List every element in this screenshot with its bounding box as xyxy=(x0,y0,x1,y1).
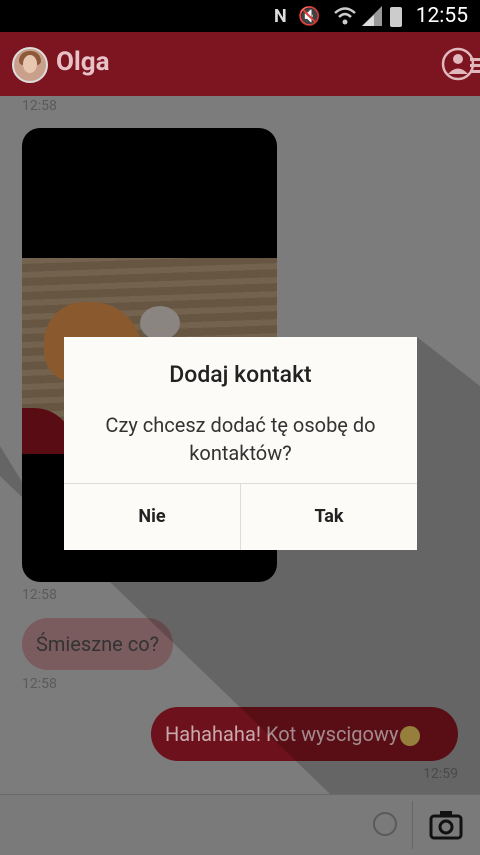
mute-icon: 🔇 xyxy=(298,6,321,27)
outgoing-message-text: Hahahaha! Kot wyscigowy xyxy=(165,722,399,746)
camera-icon[interactable] xyxy=(428,807,464,843)
dialog-title: Dodaj kontakt xyxy=(169,361,312,388)
avatar[interactable] xyxy=(12,47,48,83)
timestamp: 12:58 xyxy=(22,676,57,692)
contact-profile-icon[interactable] xyxy=(440,46,480,82)
status-bar: N 🔇 12:55 xyxy=(0,0,480,32)
incoming-message[interactable]: Śmieszne co? xyxy=(22,618,174,670)
no-button[interactable]: Nie xyxy=(64,484,240,550)
signal-icon xyxy=(360,6,384,26)
add-contact-dialog: Dodaj kontakt Czy chcesz dodać tę osobę … xyxy=(64,337,417,550)
timestamp: 12:58 xyxy=(22,587,57,603)
outgoing-message[interactable]: Hahahaha! Kot wyscigowy xyxy=(151,707,458,761)
yes-button[interactable]: Tak xyxy=(241,484,417,550)
n-icon: N xyxy=(274,6,287,27)
chat-header: Olga xyxy=(0,32,480,96)
timestamp: 12:58 xyxy=(22,98,57,114)
message-composer[interactable] xyxy=(0,794,480,855)
clock: 12:55 xyxy=(415,4,468,28)
wifi-icon xyxy=(334,6,356,26)
laughing-emoji-icon xyxy=(400,725,421,746)
contact-name: Olga xyxy=(56,47,110,77)
timestamp: 12:59 xyxy=(423,766,458,782)
battery-icon xyxy=(390,7,402,27)
dialog-message: Czy chcesz dodać tę osobę do kontaktów? xyxy=(105,413,376,465)
emoji-icon[interactable] xyxy=(373,812,397,836)
